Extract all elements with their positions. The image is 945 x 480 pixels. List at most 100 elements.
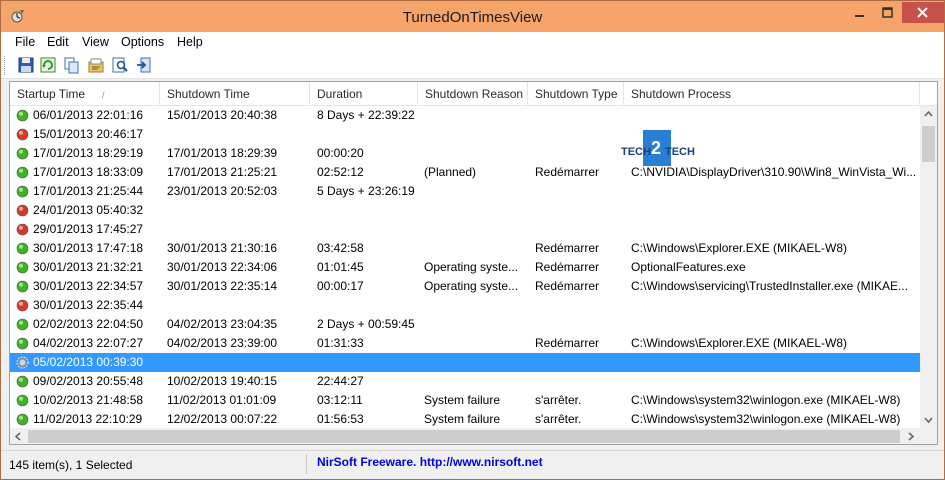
ok-status-icon [16,242,29,255]
cell-shutdown-time: 23/01/2013 20:52:03 [167,184,278,198]
cell-startup-time: 05/02/2013 00:39:30 [33,355,144,369]
column-header-shutdown-reason[interactable]: Shutdown Reason [418,82,528,106]
nirsoft-link[interactable]: NirSoft Freeware. http://www.nirsoft.net [317,455,543,469]
column-header-startup-time[interactable]: Startup Time / [10,82,160,106]
cell-shutdown-process: C:\Windows\Explorer.EXE (MIKAEL-W8) [631,241,848,255]
cell-startup-time: 09/02/2013 20:55:48 [33,374,144,388]
column-header-shutdown-time[interactable]: Shutdown Time [160,82,310,106]
scroll-down-icon[interactable] [924,417,933,424]
menu-help[interactable]: Help [177,35,203,49]
table-row[interactable]: 09/02/2013 20:55:48 10/02/2013 19:40:15 22… [10,372,920,391]
table-row[interactable]: 30/01/2013 22:35:44 [10,296,920,315]
table-row[interactable]: 06/01/2013 22:01:16 15/01/2013 20:40:38 8 … [10,106,920,125]
table-row[interactable]: 15/01/2013 20:46:17 [10,125,920,144]
table-row[interactable]: 05/02/2013 00:39:30 [10,353,920,372]
table-row[interactable]: 30/01/2013 22:34:57 30/01/2013 22:35:14 00… [10,277,920,296]
table-row[interactable]: 30/01/2013 21:32:21 30/01/2013 22:34:06 01… [10,258,920,277]
horizontal-scrollbar[interactable] [10,428,920,444]
cell-shutdown-type: s'arrêter. [535,412,582,426]
column-header-shutdown-type[interactable]: Shutdown Type [528,82,624,106]
table-row[interactable]: 02/02/2013 22:04:50 04/02/2013 23:04:35 2 … [10,315,920,334]
exit-icon[interactable] [135,56,153,74]
watermark-text-left: TECH [621,146,651,158]
title-bar[interactable]: TurnedOnTimesView [1,1,944,32]
cell-startup-time: 04/02/2013 22:07:27 [33,336,144,350]
menu-options[interactable]: Options [121,35,164,49]
scroll-corner [920,428,937,444]
stopped-status-icon [16,204,29,217]
menu-file[interactable]: File [15,35,35,49]
app-window: TurnedOnTimesView File Edit View Options… [0,0,945,480]
close-button[interactable] [902,2,944,23]
table-row[interactable]: 17/01/2013 18:29:19 17/01/2013 18:29:39 00… [10,144,920,163]
cell-shutdown-time: 17/01/2013 21:25:21 [167,165,278,179]
cell-startup-time: 30/01/2013 22:35:44 [33,298,144,312]
horizontal-scroll-thumb[interactable] [28,430,900,443]
column-header-shutdown-process[interactable]: Shutdown Process [624,82,920,106]
save-icon[interactable] [17,56,35,74]
tech2tech-watermark: 2 TECH TECH [621,130,695,166]
cell-shutdown-time: 12/02/2013 00:07:22 [167,412,278,426]
cell-shutdown-type: Redémarrer [535,260,600,274]
ok-status-icon [16,280,29,293]
ok-status-icon [16,185,29,198]
cell-duration: 01:01:45 [317,260,364,274]
cell-startup-time: 17/01/2013 21:25:44 [33,184,144,198]
cell-startup-time: 02/02/2013 22:04:50 [33,317,144,331]
properties-icon[interactable] [87,56,105,74]
table-row[interactable]: 10/02/2013 21:48:58 11/02/2013 01:01:09 03… [10,391,920,410]
item-count-status: 145 item(s), 1 Selected [9,458,133,472]
table-row[interactable]: 30/01/2013 17:47:18 30/01/2013 21:30:16 03… [10,239,920,258]
table-row[interactable]: 17/01/2013 21:25:44 23/01/2013 20:52:03 5 … [10,182,920,201]
table-row[interactable]: 17/01/2013 18:33:09 17/01/2013 21:25:21 02… [10,163,920,182]
ok-status-icon [16,337,29,350]
cell-shutdown-process: C:\Windows\system32\winlogon.exe (MIKAEL… [631,393,901,407]
cell-duration: 03:12:11 [317,393,363,407]
vertical-scrollbar[interactable] [920,106,937,428]
maximize-button[interactable] [874,2,902,23]
cell-duration: 00:00:20 [317,146,364,160]
cell-duration: 01:31:33 [317,336,364,350]
watermark-text-right: TECH [665,146,695,158]
scroll-up-icon[interactable] [924,110,933,117]
cell-shutdown-time: 15/01/2013 20:40:38 [167,108,278,122]
cell-startup-time: 15/01/2013 20:46:17 [33,127,144,141]
running-status-icon [16,356,29,369]
scroll-right-icon[interactable] [908,432,915,441]
cell-startup-time: 11/02/2013 22:10:29 [33,412,143,426]
vertical-scrollbar-graphic [922,110,935,424]
column-header-duration[interactable]: Duration [310,82,418,106]
menu-edit[interactable]: Edit [47,35,69,49]
table-row[interactable]: 29/01/2013 17:45:27 [10,220,920,239]
turned-on-times-list[interactable]: Startup Time / Shutdown Time Duration Sh… [9,81,938,445]
cell-startup-time: 17/01/2013 18:33:09 [33,165,144,179]
cell-shutdown-time: 30/01/2013 22:34:06 [167,260,278,274]
table-row[interactable]: 11/02/2013 22:10:29 12/02/2013 00:07:22 01… [10,410,920,429]
refresh-icon[interactable] [39,56,57,74]
cell-startup-time: 17/01/2013 18:29:19 [33,146,144,160]
cell-startup-time: 10/02/2013 21:48:58 [33,393,144,407]
cell-duration: 2 Days + 00:59:45 [317,317,415,331]
cell-shutdown-reason: System failure [424,412,501,426]
cell-shutdown-type: Redémarrer [535,165,600,179]
cell-shutdown-time: 04/02/2013 23:39:00 [167,336,278,350]
cell-shutdown-type: Redémarrer [535,279,600,293]
cell-shutdown-time: 04/02/2013 23:04:35 [167,317,278,331]
vertical-scroll-thumb[interactable] [922,126,935,162]
table-row[interactable]: 24/01/2013 05:40:32 [10,201,920,220]
menu-view[interactable]: View [82,35,109,49]
cell-shutdown-time: 30/01/2013 21:30:16 [167,241,278,255]
ok-status-icon [16,261,29,274]
copy-icon[interactable] [62,56,80,74]
table-row[interactable]: 04/02/2013 22:07:27 04/02/2013 23:39:00 01… [10,334,920,353]
cell-shutdown-reason: System failure [424,393,501,407]
cell-shutdown-process: OptionalFeatures.exe [631,260,746,274]
minimize-button[interactable] [846,2,874,23]
toolbar-grip[interactable] [4,56,7,75]
ok-status-icon [16,318,29,331]
cell-startup-time: 29/01/2013 17:45:27 [33,222,144,236]
ok-status-icon [16,375,29,388]
find-icon[interactable] [111,56,129,74]
scroll-left-icon[interactable] [14,432,21,441]
ok-status-icon [16,394,29,407]
